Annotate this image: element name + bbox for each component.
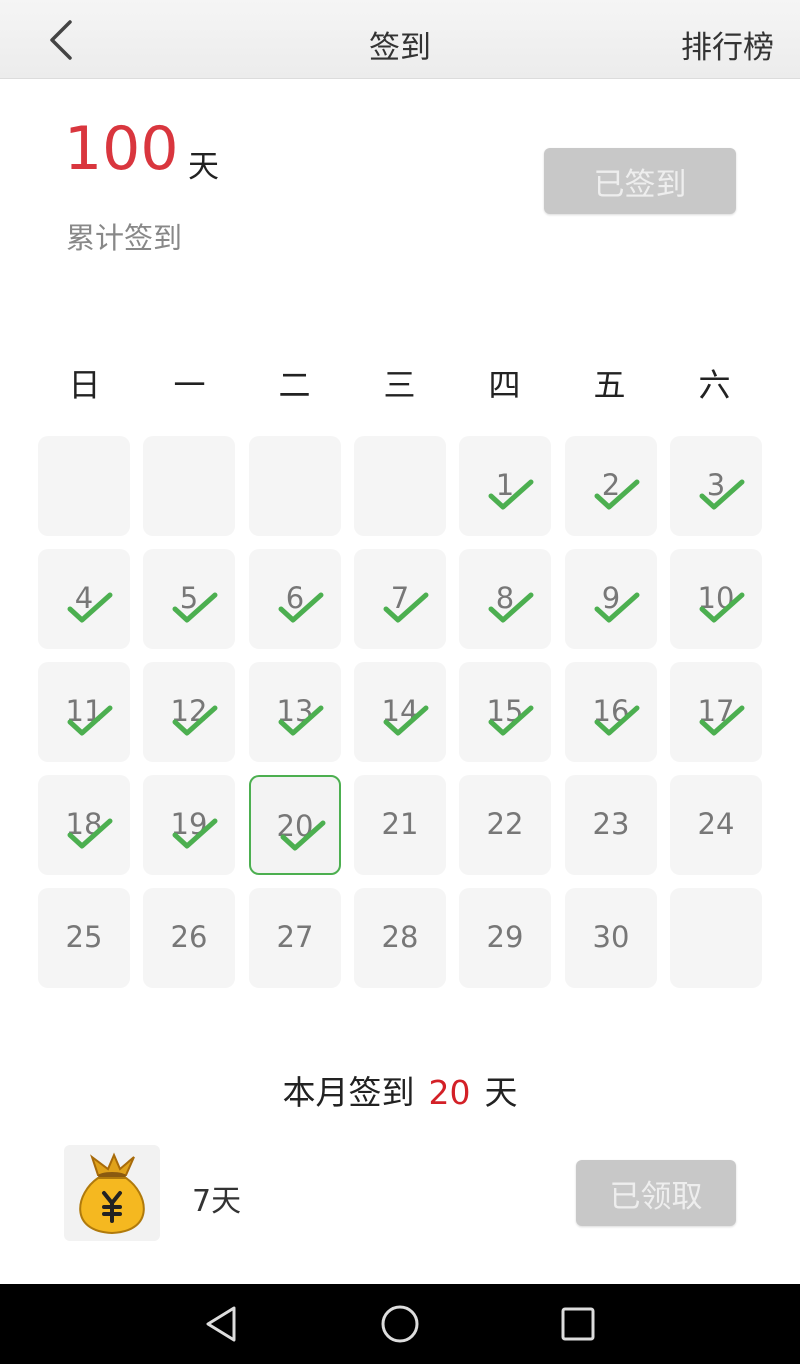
calendar-day-24[interactable]: 24 xyxy=(670,775,762,875)
back-button[interactable] xyxy=(40,18,84,62)
calendar-day-17[interactable]: 17 xyxy=(670,662,762,762)
checkmark-icon xyxy=(699,479,745,510)
nav-recents-button[interactable] xyxy=(556,1302,600,1346)
calendar-day-30[interactable]: 30 xyxy=(565,888,657,988)
calendar-empty-cell xyxy=(143,436,235,536)
checkmark-icon xyxy=(488,592,534,623)
weekday-thu: 四 xyxy=(488,366,521,404)
month-summary: 本月签到 20 天 xyxy=(0,1066,800,1114)
day-number: 30 xyxy=(592,920,630,954)
weekday-header-row: 日 一 二 三 四 五 六 xyxy=(32,360,768,410)
checkmark-icon xyxy=(278,592,324,623)
calendar-day-12[interactable]: 12 xyxy=(143,662,235,762)
calendar-day-1[interactable]: 1 xyxy=(459,436,551,536)
back-triangle-icon xyxy=(206,1306,236,1342)
day-number: 21 xyxy=(381,807,419,841)
checkmark-icon xyxy=(699,705,745,736)
calendar-day-29[interactable]: 29 xyxy=(459,888,551,988)
checkmark-icon xyxy=(280,820,326,851)
calendar-empty-cell xyxy=(354,436,446,536)
calendar-empty-cell xyxy=(249,436,341,536)
calendar-day-7[interactable]: 7 xyxy=(354,549,446,649)
home-circle-icon xyxy=(381,1305,419,1343)
calendar-day-27[interactable]: 27 xyxy=(249,888,341,988)
calendar-day-6[interactable]: 6 xyxy=(249,549,341,649)
checkmark-icon xyxy=(278,705,324,736)
checkmark-icon xyxy=(383,592,429,623)
calendar-day-9[interactable]: 9 xyxy=(565,549,657,649)
checkmark-icon xyxy=(67,705,113,736)
checkmark-icon xyxy=(172,592,218,623)
page-title: 签到 xyxy=(369,30,431,66)
day-number: 28 xyxy=(381,920,419,954)
checkmark-icon xyxy=(67,818,113,849)
checkmark-icon xyxy=(172,818,218,849)
calendar-day-25[interactable]: 25 xyxy=(38,888,130,988)
checkmark-icon xyxy=(488,705,534,736)
calendar-day-21[interactable]: 21 xyxy=(354,775,446,875)
calendar-day-16[interactable]: 16 xyxy=(565,662,657,762)
recents-square-icon xyxy=(561,1307,595,1341)
calendar-day-8[interactable]: 8 xyxy=(459,549,551,649)
calendar-day-2[interactable]: 2 xyxy=(565,436,657,536)
day-number: 29 xyxy=(486,920,524,954)
total-signin-label: 累计签到 xyxy=(66,221,183,255)
checkmark-icon xyxy=(172,705,218,736)
system-navigation-bar xyxy=(0,1284,800,1364)
day-number: 26 xyxy=(170,920,208,954)
chevron-left-icon xyxy=(50,20,72,60)
calendar-day-28[interactable]: 28 xyxy=(354,888,446,988)
calendar-day-20[interactable]: 20 xyxy=(249,775,341,875)
calendar-day-13[interactable]: 13 xyxy=(249,662,341,762)
month-summary-prefix: 本月签到 xyxy=(282,1073,415,1112)
calendar-day-10[interactable]: 10 xyxy=(670,549,762,649)
app-header: 签到 排行榜 xyxy=(0,0,800,79)
weekday-wed: 三 xyxy=(383,366,416,404)
calendar-day-26[interactable]: 26 xyxy=(143,888,235,988)
weekday-mon: 一 xyxy=(173,366,206,404)
weekday-sun: 日 xyxy=(68,366,101,404)
reward-days-label: 7天 xyxy=(192,1184,242,1219)
signin-button[interactable]: 已签到 xyxy=(544,148,736,214)
total-signin-count: 100 xyxy=(64,114,179,184)
nav-back-button[interactable] xyxy=(200,1302,244,1346)
calendar-empty-cell xyxy=(670,888,762,988)
calendar-day-23[interactable]: 23 xyxy=(565,775,657,875)
calendar-day-18[interactable]: 18 xyxy=(38,775,130,875)
checkmark-icon xyxy=(67,592,113,623)
checkmark-icon xyxy=(488,479,534,510)
checkmark-icon xyxy=(699,592,745,623)
calendar-day-22[interactable]: 22 xyxy=(459,775,551,875)
checkmark-icon xyxy=(594,705,640,736)
calendar-day-4[interactable]: 4 xyxy=(38,549,130,649)
claim-reward-button[interactable]: 已领取 xyxy=(576,1160,736,1226)
checkmark-icon xyxy=(383,705,429,736)
checkmark-icon xyxy=(594,592,640,623)
weekday-sat: 六 xyxy=(698,366,731,404)
total-signin-unit: 天 xyxy=(188,149,219,185)
month-summary-suffix: 天 xyxy=(484,1073,518,1112)
weekday-tue: 二 xyxy=(278,366,311,404)
month-signin-count: 20 xyxy=(428,1073,471,1112)
day-number: 22 xyxy=(486,807,524,841)
nav-home-button[interactable] xyxy=(378,1302,422,1346)
reward-icon-box xyxy=(64,1145,160,1241)
calendar-day-5[interactable]: 5 xyxy=(143,549,235,649)
day-number: 24 xyxy=(697,807,735,841)
calendar-day-3[interactable]: 3 xyxy=(670,436,762,536)
day-number: 25 xyxy=(65,920,103,954)
calendar-day-19[interactable]: 19 xyxy=(143,775,235,875)
day-number: 27 xyxy=(276,920,314,954)
calendar-day-14[interactable]: 14 xyxy=(354,662,446,762)
weekday-fri: 五 xyxy=(593,366,626,404)
ranking-button[interactable]: 排行榜 xyxy=(681,22,774,67)
calendar-day-15[interactable]: 15 xyxy=(459,662,551,762)
day-number: 23 xyxy=(592,807,630,841)
calendar-day-11[interactable]: 11 xyxy=(38,662,130,762)
money-bag-icon xyxy=(79,1152,145,1235)
calendar-empty-cell xyxy=(38,436,130,536)
checkmark-icon xyxy=(594,479,640,510)
